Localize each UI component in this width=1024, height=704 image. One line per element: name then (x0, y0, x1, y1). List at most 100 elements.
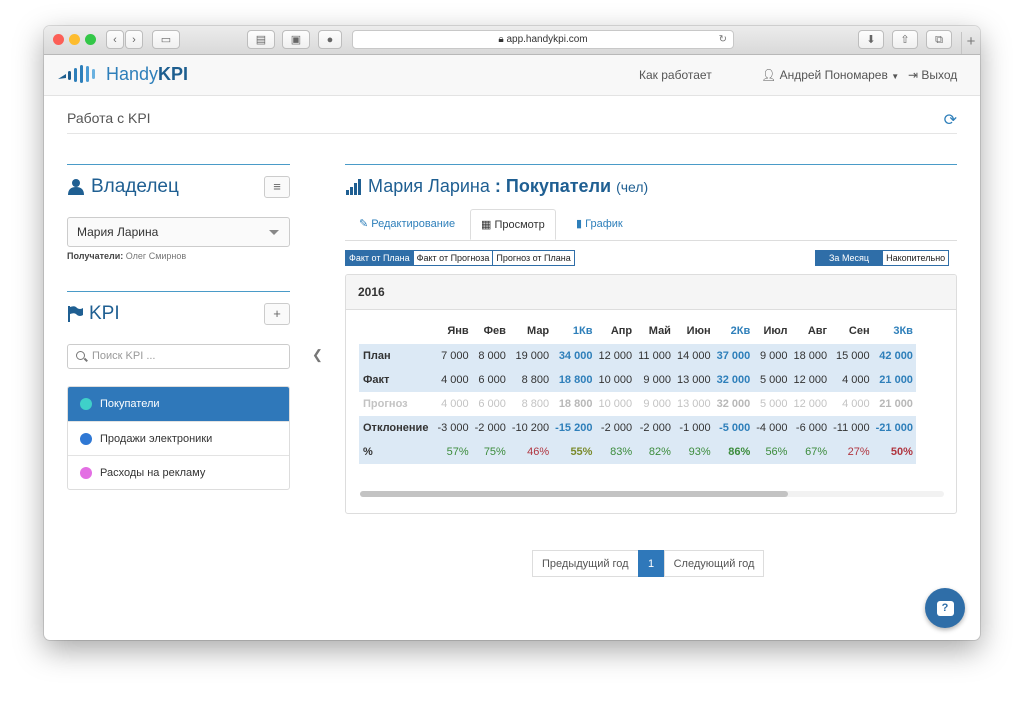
column-header: Авг (807, 325, 828, 337)
logo[interactable]: HandyKPI (56, 62, 188, 86)
how-it-works-link[interactable]: Как работает (639, 68, 712, 82)
table-cell: 12 000 (790, 368, 831, 392)
table-row: Факт 4 000 6 000 8 800 18 800 10 000 9 000 13 0… (359, 368, 916, 392)
kpi-heading: Мария Ларина : Покупатели (чел) (345, 176, 957, 197)
cumulative-button[interactable]: Накопительно (882, 250, 950, 266)
column-header: 2Кв (730, 325, 751, 337)
tab-view[interactable]: ▦ Просмотр (470, 209, 556, 240)
table-cell: 27% (830, 440, 873, 464)
kpi-list-item[interactable]: Расходы на рекламу (68, 456, 289, 489)
column-header: 3Кв (893, 325, 913, 337)
row-label: План (359, 344, 435, 368)
extension-icon[interactable]: ▤ (247, 30, 275, 49)
collapse-sidebar-icon[interactable]: ❮ (312, 347, 323, 363)
table-cell: -6 000 (790, 416, 831, 440)
scrollbar-thumb[interactable] (360, 491, 788, 497)
compare-fact-vs-forecast-button[interactable]: Факт от Прогноза (412, 250, 494, 266)
column-header: Мар (527, 325, 550, 337)
downloads-icon[interactable]: ⬇ (858, 30, 884, 49)
year-heading: 2016 (346, 275, 956, 310)
table-row: План 7 000 8 000 19 000 34 000 12 000 11 000 14… (359, 344, 916, 368)
compare-forecast-vs-plan-button[interactable]: Прогноз от Плана (492, 250, 575, 266)
logout-link[interactable]: ⇥ Выход (908, 68, 957, 82)
refresh-icon[interactable]: ⟳ (944, 110, 957, 130)
next-year-button[interactable]: Следующий год (663, 550, 765, 577)
help-button[interactable]: ? (925, 588, 965, 628)
table-cell: 37 000 (713, 344, 754, 368)
table-cell: 57% (434, 440, 472, 464)
plus-icon: + (273, 306, 281, 321)
kpi-owner-name: Мария Ларина (368, 176, 490, 196)
table-cell: -2 000 (635, 416, 674, 440)
page-header: Работа с KPI ⟳ (67, 110, 957, 134)
office-extension-icon[interactable]: ▣ (282, 30, 310, 49)
user-menu[interactable]: 👤︎ Андрей Пономарев ▼ (761, 68, 899, 82)
table-cell: -2 000 (471, 416, 509, 440)
tab-chart[interactable]: ▮ График (566, 209, 633, 240)
close-window-button[interactable] (53, 34, 64, 45)
table-cell: 4 000 (434, 392, 472, 416)
heading-separator: : (494, 176, 501, 196)
table-cell: 86% (713, 440, 754, 464)
owner-menu-button[interactable]: ≡ (264, 176, 290, 198)
kpi-list-item[interactable]: Продажи электроники (68, 422, 289, 456)
row-label: Отклонение (359, 416, 435, 440)
per-month-button[interactable]: За Месяц (815, 250, 884, 266)
address-bar[interactable]: 🔒︎ app.handykpi.com ↻ (352, 30, 734, 49)
bar-chart-icon (346, 178, 361, 195)
recipients-value: Олег Смирнов (125, 251, 187, 261)
table-cell: 4 000 (830, 392, 873, 416)
kpi-search-input[interactable]: Поиск KPI ... (67, 344, 290, 369)
kpi-item-label: Покупатели (100, 398, 160, 410)
table-cell: 12 000 (595, 344, 636, 368)
flag-icon (68, 306, 83, 322)
back-icon[interactable]: ‹ (106, 30, 124, 49)
new-tab-icon[interactable]: + (961, 32, 980, 54)
add-kpi-button[interactable]: + (264, 303, 290, 325)
prev-year-button[interactable]: Предыдущий год (532, 550, 639, 577)
table-cell: -1 000 (673, 416, 714, 440)
column-header: Фев (483, 325, 506, 337)
table-cell: 8 000 (471, 344, 509, 368)
table-cell: 13 000 (673, 368, 714, 392)
share-icon[interactable]: ⇧ (892, 30, 918, 49)
sidebar-toggle-icon[interactable]: ▭ (152, 30, 180, 49)
table-cell: 15 000 (830, 344, 873, 368)
app-navbar: HandyKPI Как работает 👤︎ Андрей Пономаре… (44, 55, 980, 96)
reload-icon[interactable]: ↻ (719, 31, 727, 49)
brand-name: HandyKPI (106, 63, 189, 84)
logout-icon: ⇥ (908, 68, 919, 82)
search-icon (76, 351, 85, 360)
table-cell: 56% (753, 440, 791, 464)
tabs-overview-icon[interactable]: ⧉ (926, 30, 952, 49)
table-cell: -2 000 (595, 416, 636, 440)
table-cell: 82% (635, 440, 674, 464)
forward-icon[interactable]: › (125, 30, 143, 49)
table-cell: 42 000 (872, 344, 916, 368)
kpi-list-item[interactable]: Покупатели (68, 387, 289, 422)
chevron-down-icon (269, 230, 279, 235)
compare-fact-vs-plan-button[interactable]: Факт от Плана (345, 250, 414, 266)
table-cell: 18 800 (552, 368, 596, 392)
current-page-button[interactable]: 1 (637, 550, 665, 577)
tab-edit[interactable]: ✎ Редактирование (349, 209, 465, 240)
user-icon (68, 179, 84, 195)
table-cell: 93% (673, 440, 714, 464)
caret-down-icon: ▼ (891, 72, 900, 81)
zoom-window-button[interactable] (85, 34, 96, 45)
table-cell: 32 000 (713, 392, 754, 416)
minimize-window-button[interactable] (69, 34, 80, 45)
browser-window: ‹ › ▭ ▤ ▣ ● 🔒︎ app.handykpi.com ↻ ⬇ ⇧ ⧉ … (44, 26, 980, 640)
horizontal-scrollbar[interactable] (360, 491, 944, 497)
search-placeholder: Поиск KPI ... (92, 350, 156, 362)
table-cell: 10 000 (595, 368, 636, 392)
owner-select-value: Мария Ларина (77, 225, 159, 239)
table-cell: 55% (552, 440, 596, 464)
table-cell: 9 000 (753, 344, 791, 368)
table-cell: 11 000 (635, 344, 674, 368)
kpi-color-dot (80, 398, 92, 410)
owner-select[interactable]: Мария Ларина (67, 217, 290, 247)
table-cell: 19 000 (508, 344, 553, 368)
grammarly-icon[interactable]: ● (318, 30, 342, 49)
kpi-item-label: Продажи электроники (100, 432, 213, 445)
